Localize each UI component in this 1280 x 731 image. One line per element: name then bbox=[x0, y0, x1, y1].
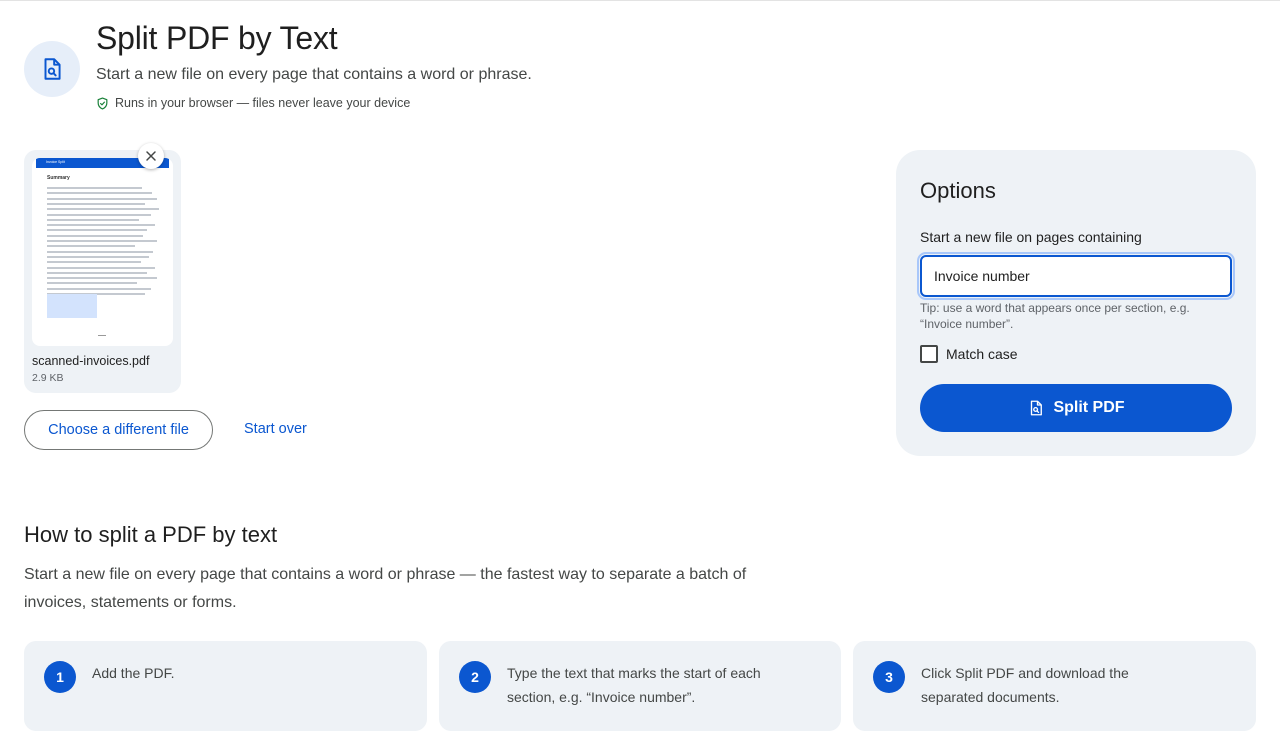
thumbnail-text-line bbox=[47, 213, 151, 216]
privacy-note: Runs in your browser — files never leave… bbox=[96, 96, 410, 110]
step-number: 3 bbox=[873, 661, 905, 693]
thumbnail-text-line bbox=[47, 208, 159, 211]
thumbnail-text-line bbox=[47, 261, 141, 264]
thumbnail-text-line bbox=[47, 218, 139, 221]
thumbnail-text-line bbox=[47, 277, 157, 280]
thumbnail-page-number bbox=[98, 335, 106, 336]
step-number: 1 bbox=[44, 661, 76, 693]
thumbnail-text-line bbox=[47, 224, 155, 227]
thumbnail-text-line bbox=[47, 245, 135, 248]
step-number: 2 bbox=[459, 661, 491, 693]
thumbnail-heading: Summary bbox=[47, 175, 70, 181]
file-search-icon bbox=[24, 41, 80, 97]
split-pdf-button[interactable]: Split PDF bbox=[920, 384, 1232, 432]
thumbnail-text-line bbox=[47, 229, 147, 232]
split-text-label: Start a new file on pages containing bbox=[920, 229, 1142, 245]
thumbnail-text-line bbox=[47, 255, 149, 258]
top-divider bbox=[0, 0, 1280, 1]
step-text: Type the text that marks the start of ea… bbox=[507, 665, 761, 705]
options-title: Options bbox=[920, 178, 996, 203]
options-panel: Options Start a new file on pages contai… bbox=[896, 150, 1256, 456]
howto-title: How to split a PDF by text bbox=[24, 522, 278, 547]
howto-step: 2 Type the text that marks the start of … bbox=[439, 641, 841, 731]
thumbnail-text-line bbox=[47, 250, 153, 253]
start-over-link[interactable]: Start over bbox=[244, 421, 307, 437]
thumbnail-text-line bbox=[47, 287, 151, 290]
howto-step: 1 Add the PDF. bbox=[24, 641, 427, 731]
split-text-tip: Tip: use a word that appears once per se… bbox=[920, 301, 1190, 331]
thumbnail-text-line bbox=[47, 187, 142, 189]
match-case-row[interactable]: Match case bbox=[920, 345, 1018, 363]
thumbnail-text-line bbox=[47, 266, 155, 269]
file-search-icon bbox=[1027, 399, 1045, 417]
thumbnail-text-line bbox=[47, 282, 137, 285]
file-size: 2.9 KB bbox=[32, 372, 64, 384]
close-icon bbox=[145, 150, 157, 162]
step-text: Click Split PDF and download the separat… bbox=[921, 665, 1129, 705]
thumbnail-text-line bbox=[47, 192, 152, 195]
thumbnail-header-text: Invoice Split bbox=[46, 160, 65, 164]
split-text-input[interactable] bbox=[917, 252, 1235, 300]
file-card: Invoice Split Summary scanned-invoices.p… bbox=[24, 150, 181, 393]
file-name: scanned-invoices.pdf bbox=[32, 354, 150, 368]
split-pdf-label: Split PDF bbox=[1053, 399, 1125, 416]
shield-check-icon bbox=[96, 96, 109, 110]
page-title: Split PDF by Text bbox=[96, 20, 338, 56]
howto-description: Start a new file on every page that cont… bbox=[24, 566, 747, 611]
match-case-label[interactable]: Match case bbox=[946, 346, 1018, 362]
thumbnail-text-line bbox=[47, 202, 145, 205]
thumbnail-text-line bbox=[47, 197, 157, 200]
choose-different-file-button[interactable]: Choose a different file bbox=[24, 410, 213, 450]
privacy-note-text: Runs in your browser — files never leave… bbox=[115, 96, 411, 110]
match-case-checkbox[interactable] bbox=[920, 345, 938, 363]
howto-step: 3 Click Split PDF and download the separ… bbox=[853, 641, 1256, 731]
step-text: Add the PDF. bbox=[92, 665, 175, 681]
thumbnail-text-line bbox=[47, 234, 143, 237]
file-thumbnail: Invoice Split Summary bbox=[32, 158, 173, 346]
remove-file-button[interactable] bbox=[138, 143, 164, 169]
thumbnail-text-line bbox=[47, 240, 157, 242]
thumbnail-highlight-block bbox=[47, 294, 97, 318]
thumbnail-text-line bbox=[47, 271, 147, 274]
page-subtitle: Start a new file on every page that cont… bbox=[96, 66, 532, 83]
